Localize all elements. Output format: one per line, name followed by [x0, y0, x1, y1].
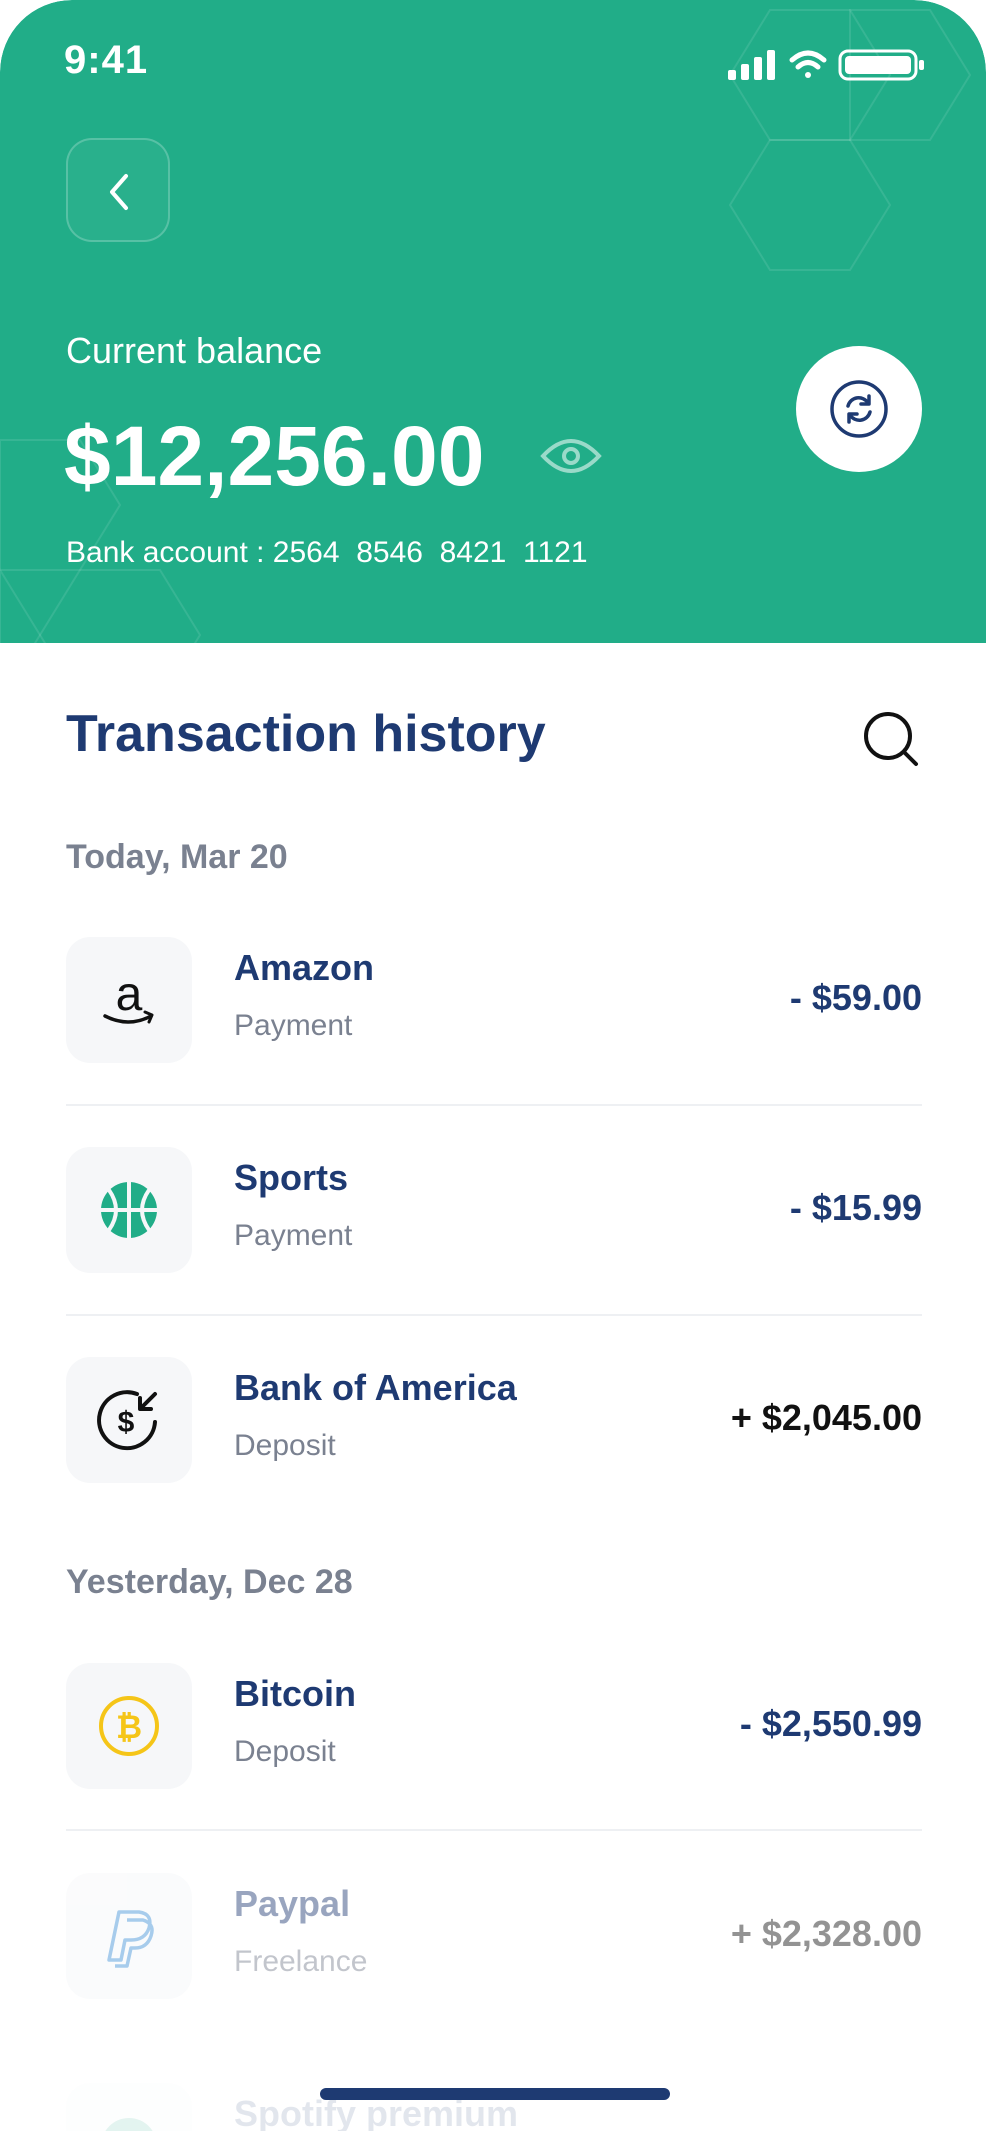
bank-account-number: Bank account : 2564 8546 8421 1121 [66, 536, 588, 569]
transaction-icon-box: ₿ [66, 1663, 192, 1789]
date-group-label: Yesterday, Dec 28 [66, 1563, 353, 1601]
svg-text:₿: ₿ [116, 1709, 142, 1745]
divider [66, 1829, 922, 1831]
transaction-name: Bank of America [234, 1367, 517, 1408]
transaction-type: Payment [234, 1009, 353, 1042]
refresh-icon [830, 380, 888, 438]
transaction-row[interactable]: a Amazon Payment - $59.00 [66, 937, 922, 1063]
back-button[interactable] [66, 138, 170, 242]
basketball-icon [101, 1182, 157, 1238]
transaction-type: Payment [234, 1219, 353, 1252]
transaction-row[interactable]: Sports Payment - $15.99 [66, 1147, 922, 1273]
transaction-icon-box: a [66, 937, 192, 1063]
svg-text:$: $ [118, 1406, 135, 1439]
refresh-button[interactable] [796, 346, 922, 472]
paypal-icon [107, 1910, 154, 1968]
transaction-type: Freelance [234, 1945, 368, 1978]
chevron-left-icon [110, 174, 128, 210]
transaction-amount: - $2,550.99 [739, 1703, 922, 1744]
transaction-row[interactable]: $ Bank of America Deposit + $2,045.00 [66, 1357, 922, 1483]
transaction-name: Bitcoin [234, 1673, 356, 1714]
transaction-name: Sports [234, 1157, 349, 1198]
transaction-name: Paypal [234, 1883, 351, 1924]
balance-header: 9:41 Current balance $12,256.00 Bank acc… [0, 0, 986, 643]
transaction-icon-box: $ [66, 1357, 192, 1483]
date-group-label: Today, Mar 20 [66, 838, 288, 876]
divider [66, 1104, 922, 1106]
dollar-refund-icon: $ [97, 1390, 157, 1451]
transaction-type: Deposit [234, 1735, 336, 1768]
transaction-amount: + $2,328.00 [730, 1913, 922, 1954]
signal-icon [728, 50, 775, 80]
search-icon[interactable] [862, 710, 922, 770]
transaction-icon-box [66, 2083, 192, 2131]
transaction-row[interactable]: Paypal Freelance + $2,328.00 [66, 1873, 922, 1999]
transaction-amount: - $59.00 [789, 977, 922, 1018]
eye-icon[interactable] [540, 430, 602, 482]
phone-screen: 9:41 Current balance $12,256.00 Bank acc… [0, 0, 986, 2131]
home-indicator [320, 2088, 670, 2100]
balance-label: Current balance [66, 330, 323, 371]
battery-icon [838, 49, 924, 81]
transaction-icon-box [66, 1873, 192, 1999]
transaction-name: Amazon [234, 947, 375, 988]
transaction-history-title: Transaction history [66, 705, 546, 763]
bitcoin-icon: ₿ [99, 1696, 159, 1756]
transaction-type: Deposit [234, 1429, 336, 1462]
svg-text:a: a [116, 968, 143, 1021]
balance-amount: $12,256.00 [64, 409, 485, 503]
amazon-icon: a [103, 968, 154, 1024]
status-time: 9:41 [64, 38, 149, 82]
status-icons [728, 49, 924, 81]
spotify-icon [105, 2118, 153, 2131]
divider [66, 1314, 922, 1316]
transaction-row[interactable]: ₿ Bitcoin Deposit - $2,550.99 [66, 1663, 922, 1789]
wifi-icon [789, 50, 827, 78]
transaction-amount: - $15.99 [789, 1187, 922, 1228]
transaction-icon-box [66, 1147, 192, 1273]
transaction-amount: + $2,045.00 [730, 1397, 922, 1438]
